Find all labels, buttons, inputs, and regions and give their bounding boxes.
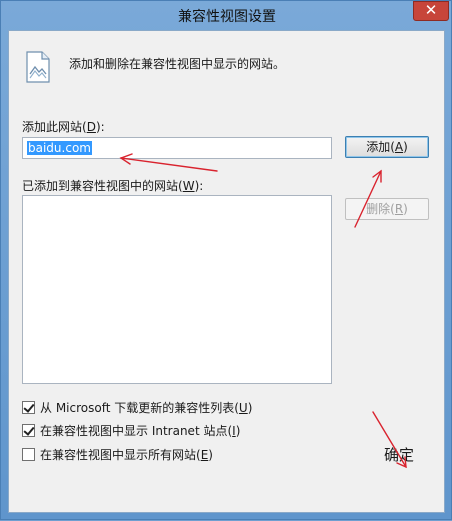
all-sites-checkbox[interactable] <box>22 447 35 461</box>
added-sites-label: 已添加到兼容性视图中的网站(W): <box>22 179 204 193</box>
add-site-input-value: baidu.com <box>27 141 92 155</box>
header-description: 添加和删除在兼容性视图中显示的网站。 <box>69 57 286 71</box>
download-updates-label: 从 Microsoft 下载更新的兼容性列表(U) <box>40 400 253 415</box>
add-site-input[interactable]: baidu.com <box>22 137 332 159</box>
window-title: 兼容性视图设置 <box>178 9 276 25</box>
title-bar[interactable]: 兼容性视图设置 ✕ <box>1 1 452 29</box>
added-sites-list[interactable] <box>22 195 332 384</box>
intranet-sites-checkbox[interactable] <box>22 423 35 437</box>
close-icon: ✕ <box>424 1 438 19</box>
add-site-label: 添加此网站(D): <box>22 120 105 134</box>
option-all-sites[interactable]: 在兼容性视图中显示所有网站(E) <box>22 446 213 462</box>
add-button[interactable]: 添加(A) <box>345 136 429 158</box>
ok-button[interactable]: 确定 <box>384 444 414 465</box>
close-button[interactable]: ✕ <box>413 1 449 21</box>
web-page-icon <box>26 51 50 83</box>
intranet-sites-label: 在兼容性视图中显示 Intranet 站点(I) <box>40 423 241 438</box>
dialog-window: 兼容性视图设置 ✕ 添加和删除在兼容性视图中显示的网站。 添加此网站(D): b… <box>0 0 452 520</box>
all-sites-label: 在兼容性视图中显示所有网站(E) <box>40 447 213 462</box>
option-download-updates[interactable]: 从 Microsoft 下载更新的兼容性列表(U) <box>22 399 252 415</box>
option-intranet-sites[interactable]: 在兼容性视图中显示 Intranet 站点(I) <box>22 422 240 438</box>
download-updates-checkbox[interactable] <box>22 400 35 414</box>
remove-button[interactable]: 删除(R) <box>345 198 429 220</box>
dialog-body: 添加和删除在兼容性视图中显示的网站。 添加此网站(D): baidu.com 添… <box>8 30 445 513</box>
